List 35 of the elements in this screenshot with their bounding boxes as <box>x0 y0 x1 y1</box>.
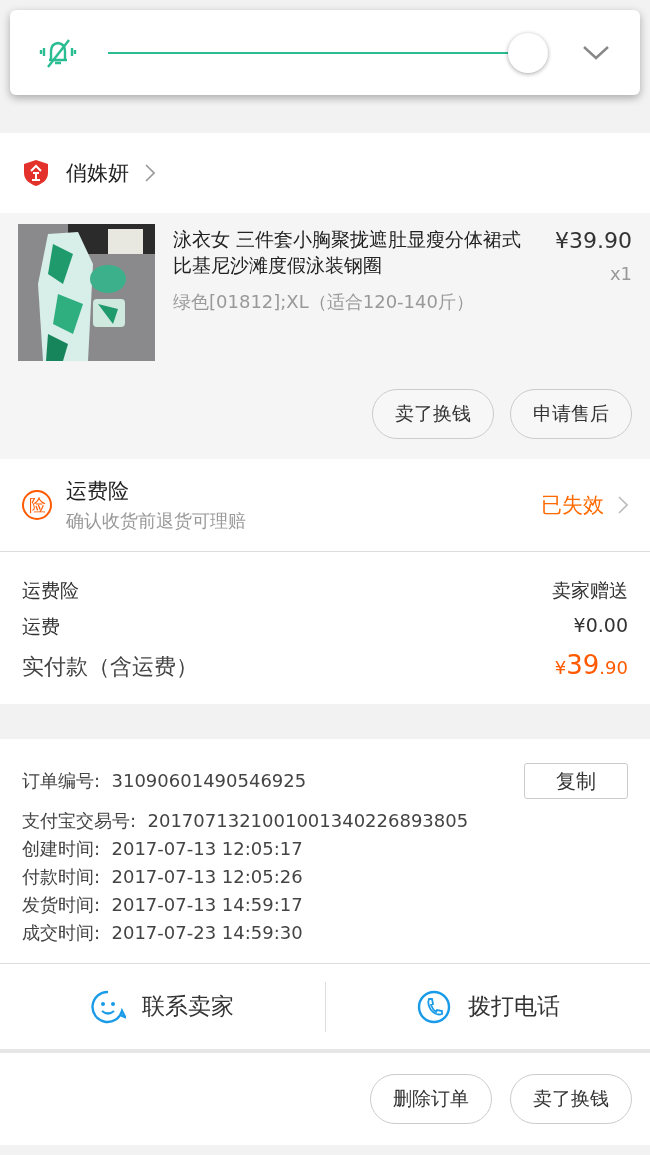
copy-button[interactable]: 复制 <box>524 763 628 799</box>
order-info-line: 发货时间: 2017-07-13 14:59:17 <box>22 893 303 917</box>
volume-slider[interactable] <box>108 32 548 73</box>
order-info-line: 支付宝交易号: 2017071321001001340226893805 <box>22 809 469 833</box>
shield-icon <box>22 159 50 187</box>
product-price: ¥39.90 <box>555 228 632 253</box>
call-button[interactable]: 拨打电话 <box>325 964 650 1049</box>
insurance-title: 运费险 <box>66 478 130 505</box>
fee-value: ¥0.00 <box>573 614 628 638</box>
product-quantity: x1 <box>609 263 632 284</box>
order-info-line: 订单编号: 31090601490546925 <box>22 769 307 793</box>
total-label: 实付款（含运费） <box>22 653 198 681</box>
chevron-down-icon[interactable] <box>582 44 610 61</box>
insurance-badge: 险 <box>22 490 52 520</box>
smiley-chat-icon <box>90 988 127 1025</box>
product-variant: 绿色[01812];XL（适合120-140斤） <box>173 290 475 314</box>
fee-label: 运费 <box>22 614 60 639</box>
order-info-line: 创建时间: 2017-07-13 12:05:17 <box>22 837 303 861</box>
fee-value: 卖家赠送 <box>552 578 628 603</box>
order-info-line: 付款时间: 2017-07-13 12:05:26 <box>22 865 303 889</box>
chevron-right-icon <box>618 496 628 514</box>
contact-button[interactable]: 联系卖家 <box>0 964 325 1049</box>
total-amount: ¥39.90 <box>554 650 628 680</box>
shop-name[interactable]: 俏姝妍 <box>66 159 129 187</box>
product-title[interactable]: 泳衣女 三件套小胸聚拢遮肚显瘦分体裙式比基尼沙滩度假泳装钢圈 <box>173 226 537 278</box>
order-info-line: 成交时间: 2017-07-23 14:59:30 <box>22 921 303 945</box>
action-button[interactable]: 申请售后 <box>510 389 632 439</box>
action-button[interactable]: 删除订单 <box>370 1074 492 1124</box>
chevron-right-icon <box>145 164 155 182</box>
action-button[interactable]: 卖了换钱 <box>510 1074 632 1124</box>
slider-thumb[interactable] <box>508 32 548 73</box>
fee-label: 运费险 <box>22 578 79 603</box>
phone-icon <box>415 988 452 1025</box>
insurance-subtitle: 确认收货前退货可理赔 <box>66 509 247 533</box>
action-button[interactable]: 卖了换钱 <box>372 389 494 439</box>
